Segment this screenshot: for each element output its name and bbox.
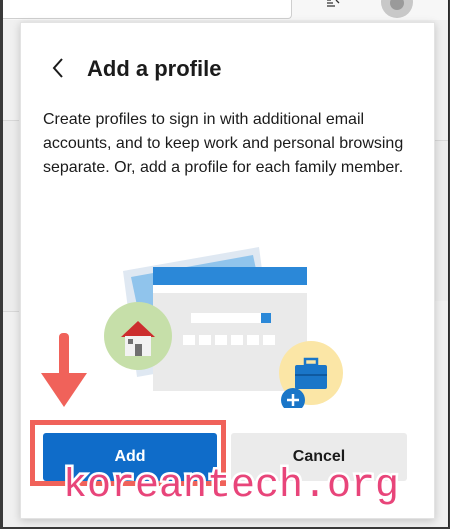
house-icon [104, 302, 172, 370]
profile-avatar-button[interactable] [381, 0, 413, 18]
browser-window: Add a profile Create profiles to sign in… [3, 0, 449, 527]
watermark: koreantech.org [61, 462, 400, 512]
favorites-icon[interactable] [325, 0, 341, 10]
profiles-illustration [104, 247, 343, 408]
add-profile-dialog: Add a profile Create profiles to sign in… [20, 22, 435, 519]
address-bar[interactable] [3, 0, 292, 19]
arrow-down-icon [41, 333, 87, 407]
browser-toolbar [3, 0, 448, 20]
watermark-text: koreantech.org [63, 464, 399, 509]
dialog-description: Create profiles to sign in with addition… [43, 111, 404, 176]
back-button[interactable] [43, 53, 73, 83]
chevron-left-icon [52, 58, 63, 78]
background-page-edge [433, 140, 448, 301]
background-page-edge [3, 120, 19, 312]
dialog-title: Add a profile [87, 56, 222, 81]
